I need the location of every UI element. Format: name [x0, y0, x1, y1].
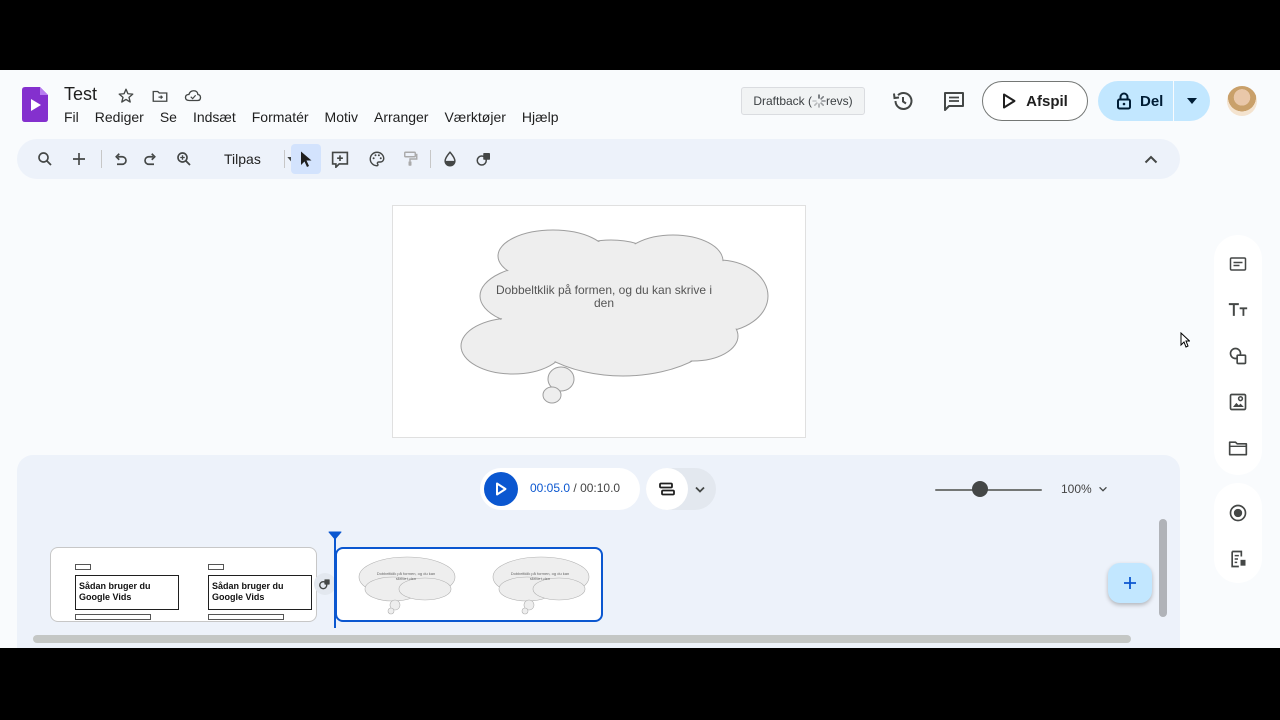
chevron-down-icon — [1098, 486, 1108, 492]
menu-hjaelp[interactable]: Hjælp — [514, 108, 567, 126]
toolbar-divider — [284, 150, 285, 168]
play-button[interactable]: Afspil — [982, 81, 1088, 121]
shapes-icon[interactable] — [1226, 344, 1250, 368]
mouse-cursor-icon — [1180, 332, 1190, 348]
draftback-label: Draftback ( — [753, 94, 812, 108]
playback-controls: 00:05.0 / 00:10.0 — [480, 468, 640, 510]
vids-logo-icon[interactable] — [22, 87, 48, 122]
scene-icon[interactable] — [1226, 252, 1250, 276]
menu-formater[interactable]: Formatér — [244, 108, 317, 126]
timecode: 00:05.0 / 00:10.0 — [530, 481, 620, 495]
add-icon[interactable] — [64, 144, 94, 174]
thumb-bar — [75, 614, 151, 620]
app-window: Test Fil Rediger Se Indsæt Formatér Moti… — [0, 70, 1280, 648]
add-scene-button[interactable] — [1108, 563, 1152, 603]
clip-thumbnail: Sådan bruger du Google Vids — [75, 548, 185, 621]
caret-down-icon — [1187, 98, 1197, 104]
star-icon[interactable] — [116, 86, 136, 106]
slide-canvas[interactable]: Dobbeltklik på formen, og du kan skrive … — [392, 205, 806, 438]
share-dropdown[interactable] — [1174, 81, 1210, 121]
toolbar-divider — [101, 150, 102, 168]
script-icon[interactable] — [1226, 547, 1250, 571]
menu-vaerktojer[interactable]: Værktøjer — [436, 108, 513, 126]
share-button[interactable]: Del — [1098, 81, 1210, 121]
menu-fil[interactable]: Fil — [56, 108, 87, 126]
toolbar: Tilpas — [17, 139, 1180, 179]
share-label: Del — [1140, 92, 1164, 110]
avatar[interactable] — [1227, 86, 1257, 116]
version-history-icon[interactable] — [890, 88, 916, 114]
side-panel — [1214, 235, 1262, 475]
total-time: 00:10.0 — [580, 481, 621, 495]
timeline-zoom-slider-thumb[interactable] — [971, 481, 988, 497]
timeline-panel: 00:05.0 / 00:10.0 100% Sådan bruger du G… — [17, 455, 1180, 648]
undo-icon[interactable] — [105, 144, 135, 174]
search-icon[interactable] — [30, 144, 60, 174]
menu-motiv[interactable]: Motiv — [317, 108, 366, 126]
redo-icon[interactable] — [136, 144, 166, 174]
loading-spinner-icon — [812, 94, 826, 108]
timeline-zoom-slider-track[interactable] — [935, 489, 1042, 491]
zoom-icon[interactable] — [169, 144, 199, 174]
move-to-folder-icon[interactable] — [150, 86, 170, 106]
time-separator: / — [570, 481, 581, 495]
clip-thumb-text: Dobbeltklik på formen, og du kan skrive … — [376, 571, 436, 581]
thumb-title: Sådan bruger du Google Vids — [75, 575, 179, 610]
thumb-title: Sådan bruger du Google Vids — [208, 575, 312, 610]
shape-text[interactable]: Dobbeltklik på formen, og du kan skrive … — [489, 284, 719, 310]
clip-thumbnail: Sådan bruger du Google Vids — [208, 548, 316, 621]
shape-effect-icon[interactable] — [469, 144, 499, 174]
thumb-bar — [208, 614, 284, 620]
playhead[interactable] — [334, 538, 336, 628]
add-icon — [1124, 577, 1136, 589]
menu-indsaet[interactable]: Indsæt — [185, 108, 244, 126]
thought-bubble-shape[interactable] — [393, 206, 807, 439]
palette-icon[interactable] — [362, 144, 392, 174]
play-icon — [1002, 93, 1016, 109]
timeline-clip-2[interactable]: Dobbeltklik på formen, og du kan skrive … — [335, 547, 603, 622]
clip-thumb-text: Dobbeltklik på formen, og du kan skrive … — [510, 571, 570, 581]
timeline-clip-1[interactable]: Sådan bruger du Google Vids Sådan bruger… — [50, 547, 317, 622]
toolbar-divider — [430, 150, 431, 168]
transition-icon[interactable] — [314, 573, 336, 595]
fill-icon[interactable] — [435, 144, 465, 174]
timeline-zoom-select[interactable]: 100% — [1061, 482, 1108, 496]
draftback-button[interactable]: Draftback ( revs) — [741, 87, 865, 115]
chevron-down-icon[interactable] — [690, 480, 710, 498]
document-title[interactable]: Test — [64, 84, 97, 105]
lock-icon — [1116, 92, 1132, 110]
record-icon[interactable] — [1226, 501, 1250, 525]
clip-thumbnail — [358, 556, 590, 615]
select-icon[interactable] — [291, 144, 321, 174]
playhead-handle-icon[interactable] — [328, 531, 342, 540]
cloud-saved-icon[interactable] — [183, 86, 203, 106]
image-icon[interactable] — [1226, 390, 1250, 414]
horizontal-scrollbar[interactable] — [33, 635, 1131, 643]
menu-rediger[interactable]: Rediger — [87, 108, 152, 126]
insert-box-icon[interactable] — [325, 144, 355, 174]
text-icon[interactable] — [1226, 298, 1250, 322]
paint-format-icon[interactable] — [395, 144, 425, 174]
menu-bar: Fil Rediger Se Indsæt Formatér Motiv Arr… — [56, 108, 567, 126]
vertical-scrollbar[interactable] — [1159, 519, 1167, 617]
menu-arranger[interactable]: Arranger — [366, 108, 436, 126]
comments-icon[interactable] — [941, 88, 967, 114]
side-panel-secondary — [1214, 483, 1262, 583]
folder-icon[interactable] — [1226, 436, 1250, 460]
thumb-tag — [75, 564, 91, 570]
thumb-tag — [208, 564, 224, 570]
timeline-play-button[interactable] — [484, 472, 518, 506]
zoom-select-label: Tilpas — [224, 151, 261, 167]
zoom-level: 100% — [1061, 482, 1092, 496]
timeline-layout-icon[interactable] — [646, 468, 688, 510]
current-time: 00:05.0 — [530, 481, 571, 495]
play-button-label: Afspil — [1026, 92, 1068, 110]
timeline-layout-control — [646, 468, 716, 510]
collapse-icon[interactable] — [1136, 144, 1166, 174]
draftback-suffix: revs) — [826, 94, 853, 108]
menu-se[interactable]: Se — [152, 108, 185, 126]
share-main[interactable]: Del — [1098, 81, 1174, 121]
